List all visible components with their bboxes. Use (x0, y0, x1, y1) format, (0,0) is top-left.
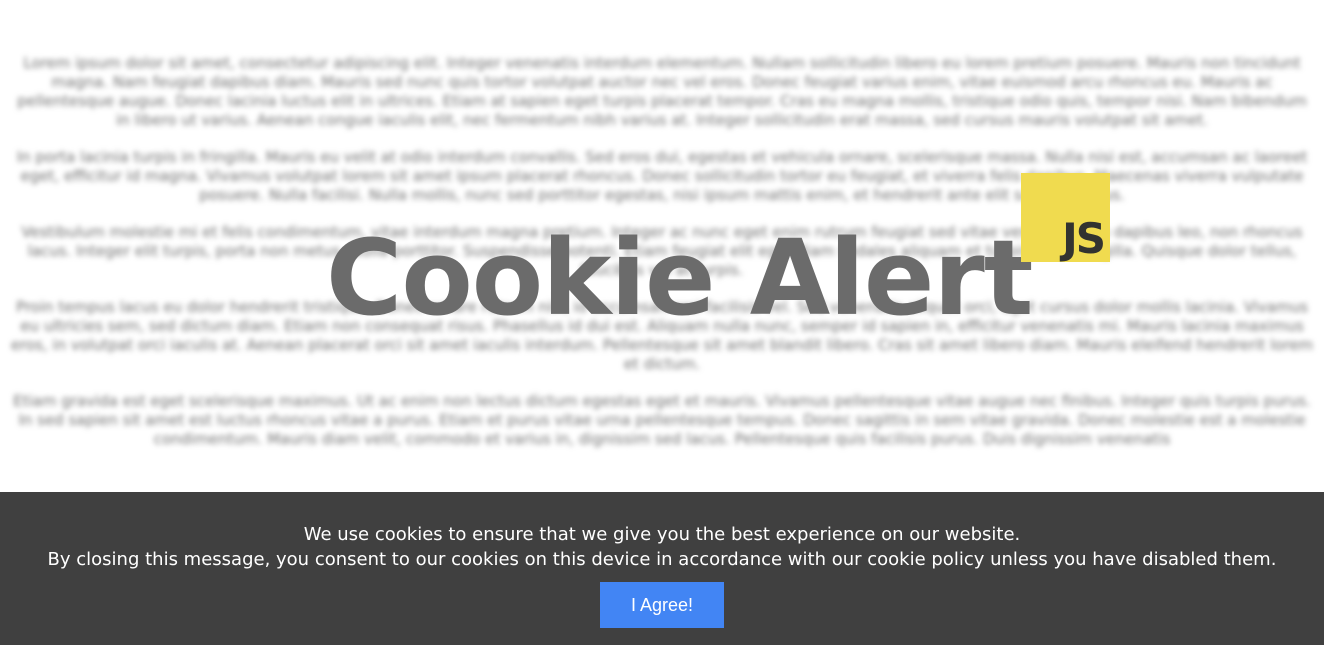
agree-button[interactable]: I Agree! (600, 582, 724, 628)
article-paragraph: Lorem ipsum dolor sit amet, consectetur … (17, 54, 1307, 129)
article-paragraph: In porta lacinia turpis in fringilla. Ma… (16, 148, 1308, 204)
cookie-banner: We use cookies to ensure that we give yo… (0, 492, 1324, 645)
hero-title: Cookie Alert (326, 217, 1033, 339)
article-paragraph: Etiam gravida est eget scelerisque maxim… (13, 392, 1311, 448)
cookie-message-line-2: By closing this message, you consent to … (47, 549, 1277, 570)
cookie-message-line-1: We use cookies to ensure that we give yo… (303, 524, 1021, 545)
logo-text: JS (1062, 214, 1106, 263)
javascript-logo-icon: JS (1021, 173, 1110, 262)
